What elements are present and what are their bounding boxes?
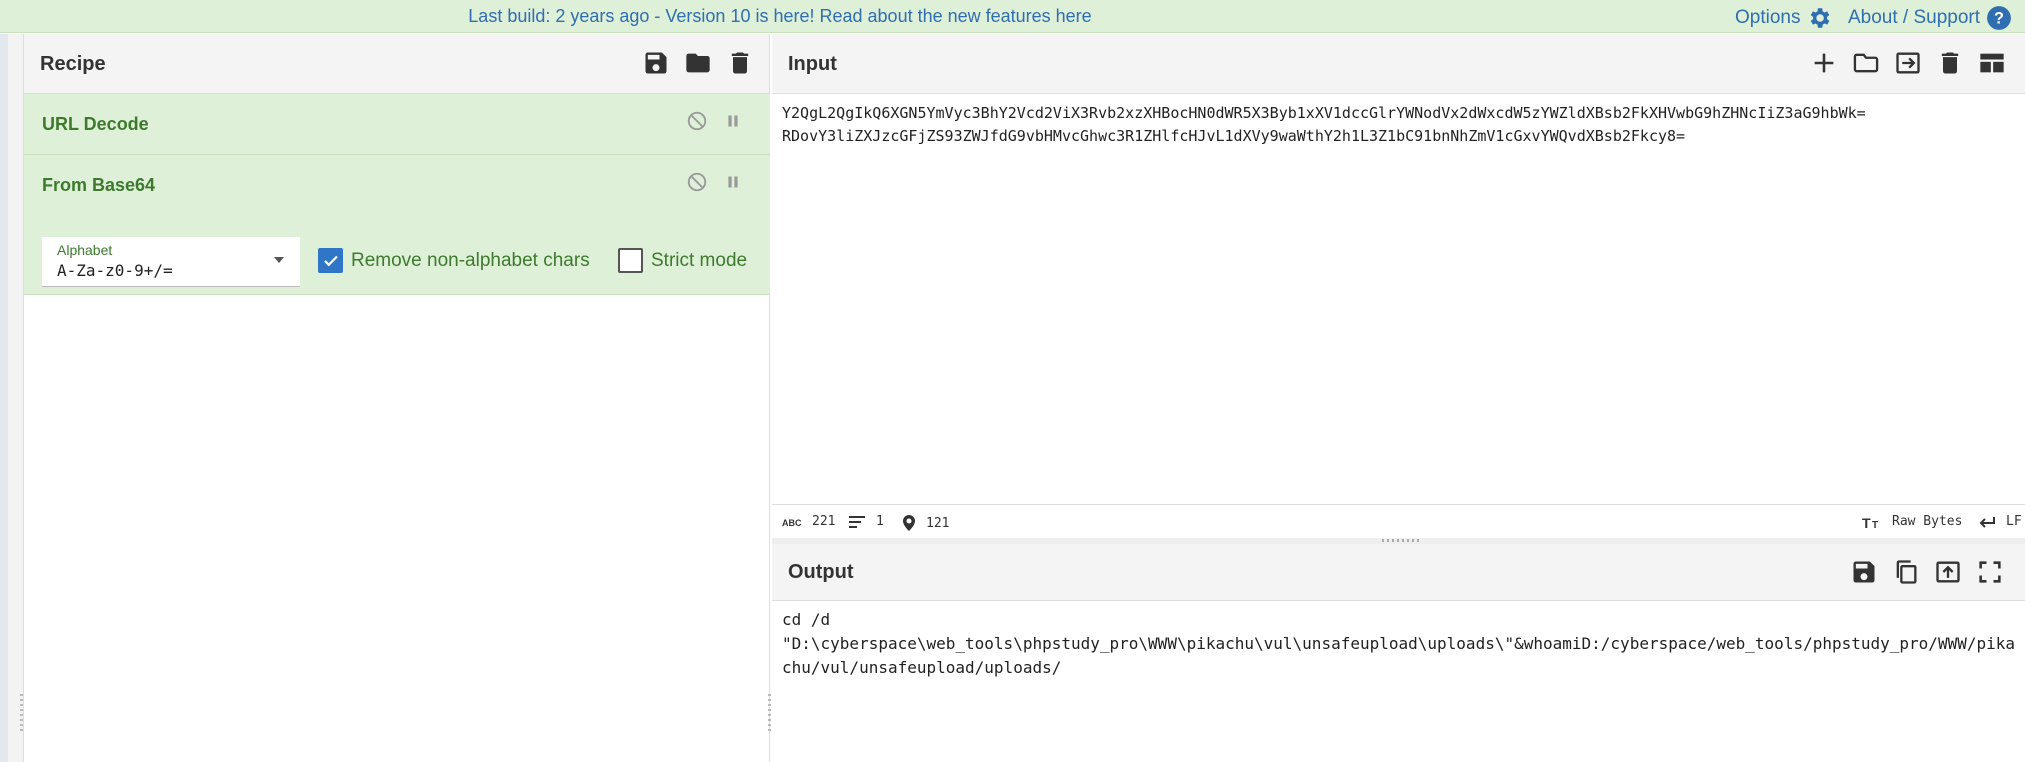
position-stat: 121 [902,514,949,532]
svg-text:?: ? [1994,9,2004,27]
alphabet-value: A-Za-z0-9+/= [57,261,173,280]
support-label: About / Support [1848,7,1981,28]
recipe-title: Recipe [40,53,106,75]
text-size-icon: TT [1862,515,1882,529]
options-label: Options [1735,7,1801,28]
pause-icon[interactable] [722,171,744,193]
splitter-grip[interactable] [1382,539,1422,542]
resize-handle[interactable] [20,694,23,734]
input-line: Y2QgL2QgIkQ6XGN5YmVyc3BhY2Vcd2ViX3Rvb2xz… [782,104,1866,122]
pause-icon[interactable] [722,110,744,132]
remove-non-alphabet-checkbox[interactable]: Remove non-alphabet chars [318,248,590,273]
input-title: Input [788,53,837,75]
layout-icon[interactable] [1978,49,2006,77]
output-line: chu/vul/unsafeupload/uploads/ [782,658,1062,677]
alphabet-label: Alphabet [57,242,113,258]
output-panel: Output cd /d "D:\cyberspace\web_tools\php… [772,544,2025,762]
lines-value: 1 [876,514,884,529]
replace-input-icon[interactable] [1934,558,1962,586]
output-title: Output [788,561,854,583]
eol-value: LF [2006,514,2022,529]
left-gutter [0,34,24,762]
position-value: 121 [926,515,950,531]
length-stat: ABC 221 [782,514,835,529]
checkbox-checked[interactable] [318,248,343,273]
svg-text:T: T [1872,520,1878,529]
options-button[interactable]: Options [1735,5,1832,31]
operation-name: From Base64 [42,175,156,195]
operations-panel-edge [0,34,8,762]
save-icon[interactable] [642,49,670,77]
maximize-icon[interactable] [1976,558,2004,586]
operation-from-base64[interactable]: From Base64 Alphabet A-Za-z0-9+/= Remove… [24,155,770,295]
save-icon[interactable] [1850,558,1878,586]
banner-link[interactable]: Last build: 2 years ago - Version 10 is … [468,6,1091,26]
svg-text:T: T [1862,515,1871,529]
encoding-value: Raw Bytes [1892,514,1963,529]
input-header: Input [772,34,2025,94]
banner-message: Last build: 2 years ago - Version 10 is … [0,6,1560,27]
resize-handle[interactable] [768,694,771,734]
trash-icon[interactable] [1936,49,1964,77]
top-banner: Last build: 2 years ago - Version 10 is … [0,0,2025,33]
output-line: cd /d [782,610,831,629]
input-textarea[interactable]: Y2QgL2QgIkQ6XGN5YmVyc3BhY2Vcd2ViX3Rvb2xz… [782,102,2012,148]
strict-mode-label: Strict mode [651,249,748,271]
remove-non-alphabet-label: Remove non-alphabet chars [351,249,590,271]
pin-icon [902,514,916,532]
lines-icon [848,515,866,529]
encoding-selector[interactable]: TT Raw Bytes [1862,514,1962,529]
recipe-header: Recipe [24,34,769,94]
disable-icon[interactable] [686,110,708,132]
output-line: "D:\cyberspace\web_tools\phpstudy_pro\WW… [782,634,2015,653]
output-textarea[interactable]: cd /d "D:\cyberspace\web_tools\phpstudy_p… [782,608,2022,680]
disable-icon[interactable] [686,171,708,193]
folder-icon[interactable] [1852,49,1880,77]
output-header: Output [772,544,2025,601]
abc-icon: ABC [782,516,802,528]
length-value: 221 [812,514,836,529]
help-icon: ? [1986,5,2012,31]
input-line: RDovY3liZXJzcGFjZS93ZWJfdG9vbHMvcGhwc3R1… [782,127,1686,145]
gear-icon [1806,5,1832,31]
recipe-panel: Recipe URL Decode From Base64 Alphabet A… [24,34,771,762]
import-icon[interactable] [1894,49,1922,77]
folder-icon[interactable] [684,49,712,77]
plus-icon[interactable] [1810,49,1838,77]
svg-text:ABC: ABC [782,518,802,528]
copy-icon[interactable] [1892,558,1920,586]
lines-stat: 1 [848,514,884,529]
input-status-bar: ABC 221 1 121 TT Raw Bytes LF [772,504,2025,538]
checkbox-unchecked[interactable] [618,248,643,273]
eol-selector[interactable]: LF [1978,514,2022,529]
strict-mode-checkbox[interactable]: Strict mode [618,248,747,273]
newline-icon [1978,515,1996,529]
trash-icon[interactable] [726,49,754,77]
input-panel: Input Y2QgL2QgIkQ6XGN5YmVyc3BhY2Vcd2ViX3… [772,34,2025,538]
operation-url-decode[interactable]: URL Decode [24,94,770,155]
about-support-button[interactable]: About / Support ? [1848,5,2012,31]
caret-down-icon [273,254,285,266]
alphabet-select[interactable]: Alphabet A-Za-z0-9+/= [42,237,300,287]
operation-name: URL Decode [42,114,149,134]
